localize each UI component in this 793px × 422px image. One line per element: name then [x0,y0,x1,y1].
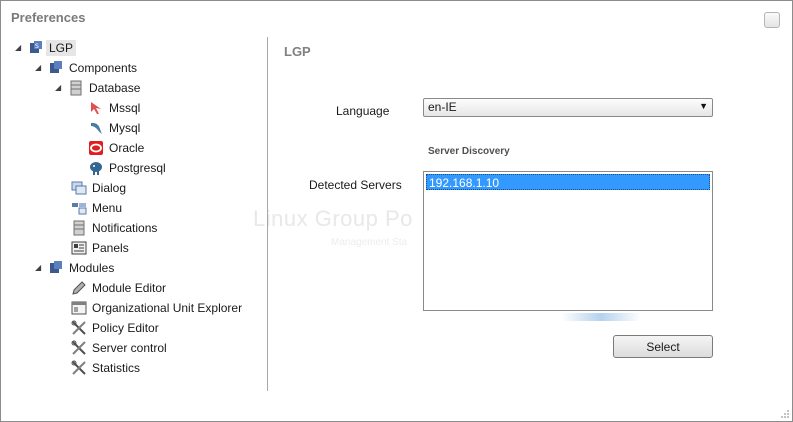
tree-item-menu[interactable]: Menu [71,198,125,217]
svg-text:S: S [35,43,39,50]
tools-icon [71,360,87,376]
window-title: Preferences [11,10,86,25]
menu-icon [71,200,87,216]
tree-item-mysql[interactable]: Mysql [88,118,143,137]
tree-item-policy-editor[interactable]: Policy Editor [71,318,162,337]
tree-item-label: LGP [46,39,77,56]
tree-item-label: Postgresql [109,160,166,175]
lgp-icon [48,260,64,276]
tree-item-label: Components [69,60,138,75]
pencil-icon [71,280,87,296]
preferences-window: Preferences Linux Group Po Management St… [0,0,793,422]
expander-icon[interactable]: ◢ [35,63,44,72]
tools-icon [71,320,87,336]
tree-item-server-control[interactable]: Server control [71,338,170,357]
tree-item-mssql[interactable]: Mssql [88,98,143,117]
watermark-title: Linux Group Po [253,206,413,231]
tree-item-label: Panels [92,240,129,255]
ou-explorer-icon [71,300,87,316]
tree-item-label: Notifications [92,220,158,235]
tree-item-dialog[interactable]: Dialog [71,178,129,197]
watermark-glow [561,313,641,321]
mysql-dolphin-icon [88,120,104,136]
oracle-icon [88,140,104,156]
server-list-item[interactable]: 192.168.1.10 [426,174,710,190]
tree-item-label: Modules [69,260,115,275]
postgresql-elephant-icon [88,160,104,176]
tree-item-statistics[interactable]: Statistics [71,358,143,377]
tree-item-postgresql[interactable]: Postgresql [88,158,169,177]
tree-item-label: Module Editor [92,280,167,295]
tree-item-label: Database [89,80,141,95]
detected-servers-label: Detected Servers [309,178,402,192]
panel-title: LGP [284,44,311,59]
database-icon [68,80,84,96]
expander-icon[interactable]: ◢ [55,83,64,92]
notifications-icon [71,220,87,236]
tree-item-database[interactable]: ◢ Database [55,78,143,97]
language-select-value: en-IE [428,100,457,114]
tree-item-modules[interactable]: ◢ Modules [35,258,117,277]
tree-item-label: Oracle [109,140,145,155]
tree-item-label: Statistics [92,360,141,375]
watermark-subtitle: Management Sta [331,237,408,248]
tree-item-label: Mssql [109,100,141,115]
tree-item-notifications[interactable]: Notifications [71,218,160,237]
window-close-button[interactable] [764,12,780,28]
mssql-icon [88,100,104,116]
tree-item-label: Mysql [109,120,141,135]
language-label: Language [336,104,390,118]
detected-servers-list[interactable]: 192.168.1.10 [423,171,713,311]
select-button[interactable]: Select [613,335,713,358]
lgp-icon: S [28,40,44,56]
lgp-icon [48,60,64,76]
tree-item-lgp[interactable]: ◢ S LGP [15,38,77,57]
tree-item-ou-explorer[interactable]: Organizational Unit Explorer [71,298,245,317]
expander-icon[interactable]: ◢ [35,263,44,272]
tree-item-label: Dialog [92,180,127,195]
panels-icon [71,240,87,256]
tree-item-label: Policy Editor [92,320,159,335]
tree-item-module-editor[interactable]: Module Editor [71,278,169,297]
chevron-down-icon: ▼ [699,101,708,111]
tree-item-panels[interactable]: Panels [71,238,132,257]
tree-item-components[interactable]: ◢ Components [35,58,140,77]
resize-grip-icon[interactable] [780,409,790,419]
server-discovery-header: Server Discovery [428,146,510,157]
tree-item-label: Server control [92,340,167,355]
tree-item-label: Menu [92,200,123,215]
tools-icon [71,340,87,356]
dialog-icon [71,180,87,196]
tree-item-oracle[interactable]: Oracle [88,138,147,157]
panel-divider [267,37,268,391]
tree-item-label: Organizational Unit Explorer [92,300,243,315]
expander-icon[interactable]: ◢ [15,43,24,52]
language-select[interactable]: en-IE ▼ [423,98,713,117]
